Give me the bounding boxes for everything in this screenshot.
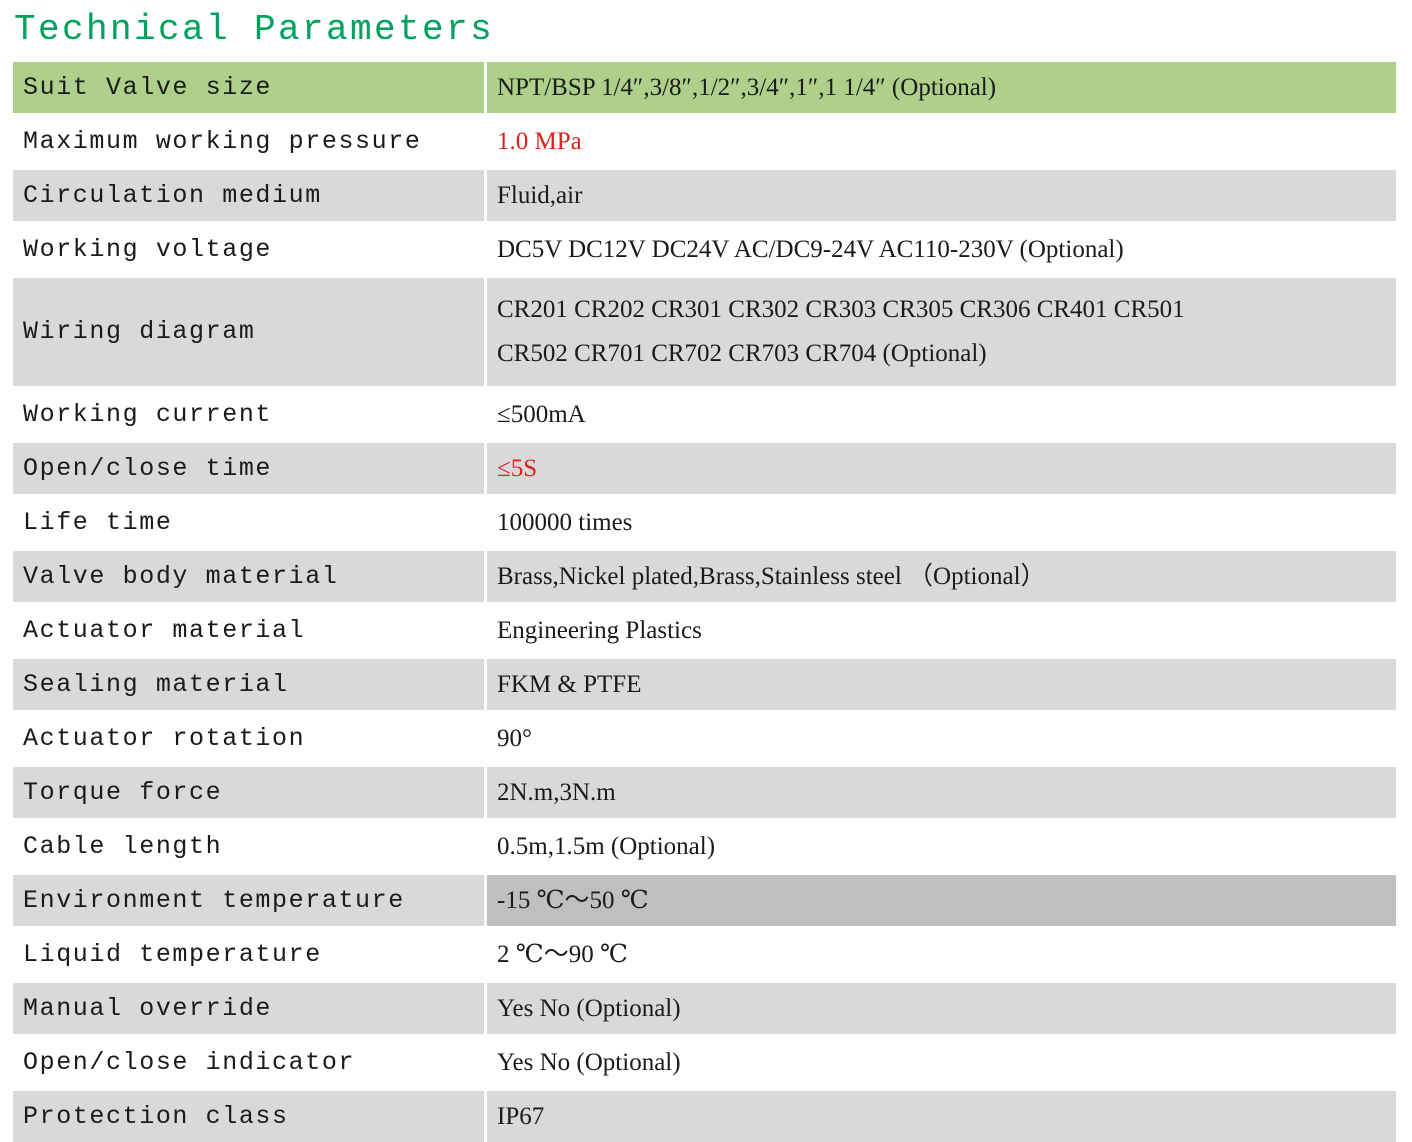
parameter-label: Protection class [13,1091,487,1142]
parameter-label: Life time [13,497,487,551]
table-row: Wiring diagram CR201 CR202 CR301 CR302 CR… [13,278,1396,389]
parameter-value: IP67 [487,1091,1396,1142]
parameter-value: Yes No (Optional) [487,1037,1396,1091]
table-row: Cable length 0.5m,1.5m (Optional) [13,821,1396,875]
parameter-label: Working voltage [13,224,487,278]
parameter-value: Brass,Nickel plated,Brass,Stainless stee… [487,551,1396,605]
parameter-value: 0.5m,1.5m (Optional) [487,821,1396,875]
table-row: Valve body material Brass,Nickel plated,B… [13,551,1396,605]
parameter-label: Environment temperature [13,875,487,929]
table-row: Actuator material Engineering Plastics [13,605,1396,659]
parameter-label: Circulation medium [13,170,487,224]
table-row: Protection class IP67 [13,1091,1396,1142]
parameter-value-text: ≤500mA [497,401,586,428]
parameter-label: Maximum working pressure [13,116,487,170]
parameter-value-text: Yes No (Optional) [497,1049,681,1076]
parameter-value: NPT/BSP 1/4″,3/8″,1/2″,3/4″,1″,1 1/4″ (O… [487,62,1396,116]
parameter-label: Suit Valve size [13,62,487,116]
parameter-value-text: IP67 [497,1103,545,1130]
parameter-value-text: Yes No (Optional) [497,995,681,1022]
parameter-value: 2N.m,3N.m [487,767,1396,821]
parameter-value: Yes No (Optional) [487,983,1396,1037]
parameter-value: ≤5S [487,443,1396,497]
page-title: Technical Parameters [14,9,495,50]
parameter-value-text: DC5V DC12V DC24V AC/DC9-24V AC110-230V (… [497,236,1124,263]
parameter-label: Cable length [13,821,487,875]
parameter-value: ≤500mA [487,389,1396,443]
parameter-label: Liquid temperature [13,929,487,983]
table-row: Circulation medium Fluid,air [13,170,1396,224]
table-row: Liquid temperature 2 ℃～90 ℃ [13,929,1396,983]
table-row: Life time 100000 times [13,497,1396,551]
table-row: Maximum working pressure 1.0 MPa [13,116,1396,170]
table-row: Open/close indicator Yes No (Optional) [13,1037,1396,1091]
parameter-value-text: FKM & PTFE [497,671,642,698]
table-row: Suit Valve size NPT/BSP 1/4″,3/8″,1/2″,3/… [13,62,1396,116]
parameter-value: Fluid,air [487,170,1396,224]
table-row: Open/close time ≤5S [13,443,1396,497]
parameter-label: Manual override [13,983,487,1037]
table-row: Torque force 2N.m,3N.m [13,767,1396,821]
parameter-value-text: Fluid,air [497,182,583,209]
parameter-value-text: Brass,Nickel plated,Brass,Stainless stee… [497,563,1046,590]
parameter-value: FKM & PTFE [487,659,1396,713]
table-row: Actuator rotation 90° [13,713,1396,767]
parameter-label: Open/close indicator [13,1037,487,1091]
table-row: Working voltage DC5V DC12V DC24V AC/DC9-2… [13,224,1396,278]
parameter-value: Engineering Plastics [487,605,1396,659]
parameter-value-text: 2N.m,3N.m [497,779,616,806]
table-row: Sealing material FKM & PTFE [13,659,1396,713]
parameter-value-text: Engineering Plastics [497,617,702,644]
parameter-value-text: 0.5m,1.5m (Optional) [497,833,716,860]
parameter-value: 90° [487,713,1396,767]
technical-parameters-table: Suit Valve size NPT/BSP 1/4″,3/8″,1/2″,3/… [13,62,1396,1142]
table-body: Suit Valve size NPT/BSP 1/4″,3/8″,1/2″,3/… [13,62,1396,1142]
table-row: Environment temperature -15 ℃～50 ℃ [13,875,1396,929]
parameter-value: -15 ℃～50 ℃ [487,875,1396,929]
parameter-value-text: -15 ℃～50 ℃ [497,887,649,914]
parameter-value-text: 100000 times [497,509,633,536]
parameter-value-text: ≤5S [497,455,538,482]
parameter-label: Torque force [13,767,487,821]
parameter-value: 100000 times [487,497,1396,551]
parameter-label: Valve body material [13,551,487,605]
table-row: Working current ≤500mA [13,389,1396,443]
parameter-label: Sealing material [13,659,487,713]
parameter-label: Actuator material [13,605,487,659]
parameter-value: CR201 CR202 CR301 CR302 CR303 CR305 CR30… [487,278,1396,389]
parameter-value-text: 90° [497,725,532,752]
parameter-label: Working current [13,389,487,443]
technical-parameters-page: Technical Parameters Suit Valve size NPT/… [0,0,1412,1142]
parameter-value: 1.0 MPa [487,116,1396,170]
table-row: Manual override Yes No (Optional) [13,983,1396,1037]
parameter-value-text: CR201 CR202 CR301 CR302 CR303 CR305 CR30… [497,296,1185,367]
parameter-value: DC5V DC12V DC24V AC/DC9-24V AC110-230V (… [487,224,1396,278]
parameter-value-text: 2 ℃～90 ℃ [497,941,628,968]
parameter-value-text: NPT/BSP 1/4″,3/8″,1/2″,3/4″,1″,1 1/4″ (O… [497,74,997,101]
parameter-value: 2 ℃～90 ℃ [487,929,1396,983]
parameter-value-text: 1.0 MPa [497,128,582,155]
parameter-label: Actuator rotation [13,713,487,767]
parameter-label: Wiring diagram [13,278,487,389]
parameter-label: Open/close time [13,443,487,497]
